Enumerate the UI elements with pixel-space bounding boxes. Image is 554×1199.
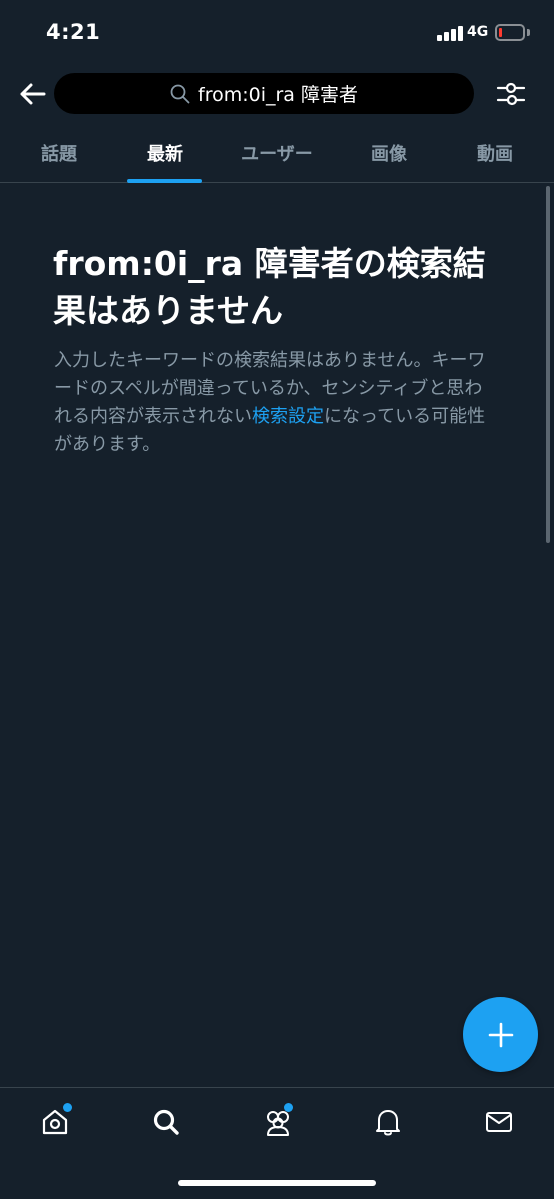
home-notification-dot [63,1103,72,1112]
search-icon [153,1109,179,1135]
tab-latest[interactable]: 最新 [110,124,220,182]
home-indicator[interactable] [178,1180,376,1186]
no-results-title: from:0i_ra 障害者の検索結果はありません [53,244,486,330]
battery-tip [527,29,530,36]
sliders-icon [496,82,526,106]
plus-icon [488,1022,513,1047]
magnifier-icon [170,84,190,103]
nav-notifications[interactable] [358,1100,418,1144]
nav-search[interactable] [136,1100,196,1144]
search-results-screen: 4:21 4G from:0i_ra 障害者 話題 最新 ユーザー 画像 動画 … [0,0,554,1199]
tab-photos[interactable]: 画像 [334,124,444,182]
battery-icon [495,24,525,41]
communities-notification-dot [284,1103,293,1112]
nav-communities[interactable] [248,1100,308,1144]
search-settings-link[interactable]: 検索設定 [252,406,324,427]
battery-level [499,28,502,37]
active-tab-indicator [127,179,202,183]
nav-messages[interactable] [469,1100,529,1144]
tab-videos[interactable]: 動画 [440,124,550,182]
bell-icon [376,1110,400,1136]
network-type: 4G [467,24,489,40]
tab-top[interactable]: 話題 [4,124,114,182]
signal-icon [437,25,463,41]
search-input[interactable]: from:0i_ra 障害者 [54,73,474,114]
tab-people[interactable]: ユーザー [221,124,333,182]
nav-home[interactable] [25,1100,85,1144]
back-button[interactable] [14,78,50,110]
scrollbar[interactable] [546,186,550,543]
compose-tweet-button[interactable] [463,997,538,1072]
search-filter-button[interactable] [492,76,530,112]
status-time: 4:21 [46,20,101,44]
no-results-message: 入力したキーワードの検索結果はありません。キーワードのスペルが間違っているか、セ… [54,347,499,459]
mail-icon [486,1112,512,1132]
search-tabs: 話題 最新 ユーザー 画像 動画 [0,124,554,183]
arrow-left-icon [20,83,46,105]
status-bar: 4:21 4G [0,0,554,66]
home-icon [42,1109,68,1135]
search-query: from:0i_ra 障害者 [198,84,358,106]
